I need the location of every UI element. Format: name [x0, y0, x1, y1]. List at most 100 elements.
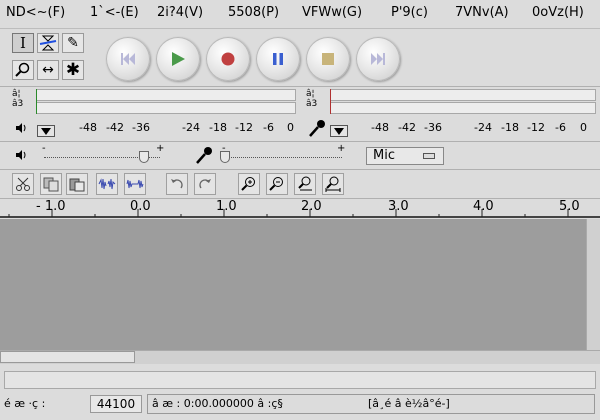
pause-icon: [273, 53, 283, 65]
track-panel[interactable]: [0, 219, 586, 350]
meter-scale-label: -48: [371, 121, 389, 134]
meter-scale-label: -6: [263, 121, 274, 134]
meter-scale-label: -6: [555, 121, 566, 134]
menu-edit[interactable]: 1`<-(E): [90, 5, 139, 20]
record-meter-right: [330, 102, 596, 114]
zoom-fit-selection-icon: [298, 176, 312, 191]
horizontal-scroll-thumb[interactable]: [0, 351, 135, 363]
stop-button[interactable]: [306, 37, 350, 81]
record-peak-marker: [330, 89, 331, 114]
ibeam-icon: I: [20, 34, 26, 52]
play-button[interactable]: [156, 37, 200, 81]
meter-channel-label: â¦: [306, 89, 315, 99]
option-menu-indicator-icon: [423, 153, 435, 159]
ruler-label: 4.0: [473, 199, 494, 214]
meter-channel-label: â3: [12, 99, 24, 109]
input-source-value: Mic: [373, 148, 395, 163]
meter-channel-label: â¦: [12, 89, 21, 99]
meter-scale-label: -36: [132, 121, 150, 134]
gain-min-label: -: [42, 143, 46, 154]
menu-view[interactable]: 2i?4(V): [157, 5, 203, 20]
envelope-tool[interactable]: [37, 33, 59, 53]
silence-button[interactable]: [124, 173, 146, 195]
meter-scale-label: -12: [527, 121, 545, 134]
undo-icon: [171, 179, 183, 189]
speaker-icon: [16, 150, 26, 160]
edit-toolbar: [0, 171, 600, 197]
speaker-icon: [16, 123, 26, 133]
paste-icon: [69, 178, 85, 192]
playback-meter-right: [36, 102, 296, 114]
ruler-label: 0.0: [130, 199, 151, 214]
fit-project-button[interactable]: [322, 173, 344, 195]
input-volume-slider[interactable]: [222, 157, 342, 158]
menu-bar: ND<~(F) 1`<-(E) 2i?4(V) 5508(P) VFWw(G) …: [0, 0, 600, 29]
playback-meter-left: [36, 89, 296, 101]
skip-start-icon: [121, 53, 135, 65]
multi-tool[interactable]: ✱: [62, 60, 84, 80]
zoom-out-button[interactable]: [266, 173, 288, 195]
playback-meter-menu[interactable]: [37, 125, 55, 137]
menu-project[interactable]: 5508(P): [228, 5, 279, 20]
meter-scale-label: -24: [474, 121, 492, 134]
record-icon: [221, 52, 235, 66]
undo-button[interactable]: [166, 173, 188, 195]
menu-help[interactable]: 0oVz(H): [532, 5, 584, 20]
record-meter-menu[interactable]: [330, 125, 348, 137]
vertical-scrollbar[interactable]: [586, 219, 600, 350]
draw-tool[interactable]: ✎: [62, 33, 84, 53]
skip-end-icon: [371, 53, 385, 65]
meter-channel-label: â3: [306, 99, 318, 109]
status-message-bar: [4, 371, 596, 389]
cursor-position-text: â æ : 0:00.000000 â :ç§: [152, 397, 283, 410]
time-shift-tool[interactable]: ↔: [37, 60, 59, 80]
output-volume-thumb[interactable]: [139, 151, 149, 163]
zoom-in-button[interactable]: [238, 173, 260, 195]
meter-scale-label: -24: [182, 121, 200, 134]
double-arrow-icon: ↔: [42, 62, 54, 78]
meter-scale-label: 0: [580, 121, 587, 134]
menu-analyze[interactable]: 7VNv(A): [455, 5, 509, 20]
pause-button[interactable]: [256, 37, 300, 81]
meter-scale-label: -48: [79, 121, 97, 134]
zoom-in-icon: [241, 177, 255, 191]
input-volume-thumb[interactable]: [220, 151, 230, 163]
envelope-icon: [39, 35, 57, 51]
microphone-icon: [196, 147, 212, 164]
record-meter-left: [330, 89, 596, 101]
scissors-icon: [16, 177, 30, 191]
meter-scale-label: 0: [287, 121, 294, 134]
cut-button[interactable]: [12, 173, 34, 195]
triangle-down-icon: [41, 128, 51, 135]
separator: [0, 141, 600, 142]
redo-button[interactable]: [194, 173, 216, 195]
stop-icon: [322, 53, 334, 65]
skip-end-button[interactable]: [356, 37, 400, 81]
separator: [0, 86, 600, 87]
triangle-down-icon: [334, 128, 344, 135]
ruler-label: 3.0: [388, 199, 409, 214]
copy-button[interactable]: [40, 173, 62, 195]
project-rate-field[interactable]: 44100: [90, 395, 142, 413]
meter-scale-label: -36: [424, 121, 442, 134]
trim-button[interactable]: [96, 173, 118, 195]
snap-status-text: [â¸é â è½â°é-]: [368, 397, 450, 410]
meter-scale-label: -12: [235, 121, 253, 134]
menu-effect[interactable]: P'9(c): [391, 5, 428, 20]
skip-start-button[interactable]: [106, 37, 150, 81]
redo-icon: [199, 179, 211, 189]
play-icon: [172, 52, 185, 66]
zoom-tool[interactable]: [12, 60, 34, 80]
ruler-label: 1.0: [216, 199, 237, 214]
paste-button[interactable]: [66, 173, 88, 195]
playback-peak-marker: [36, 89, 37, 114]
selection-tool[interactable]: I: [12, 33, 34, 53]
ruler-label: 5.0: [559, 199, 580, 214]
project-rate-label: é æ ·ç :: [4, 397, 46, 410]
menu-generate[interactable]: VFWw(G): [302, 5, 362, 20]
meter-scale-label: -42: [398, 121, 416, 134]
menu-file[interactable]: ND<~(F): [6, 5, 65, 20]
record-button[interactable]: [206, 37, 250, 81]
fit-selection-button[interactable]: [294, 173, 316, 195]
input-source-select[interactable]: Mic: [366, 147, 444, 165]
